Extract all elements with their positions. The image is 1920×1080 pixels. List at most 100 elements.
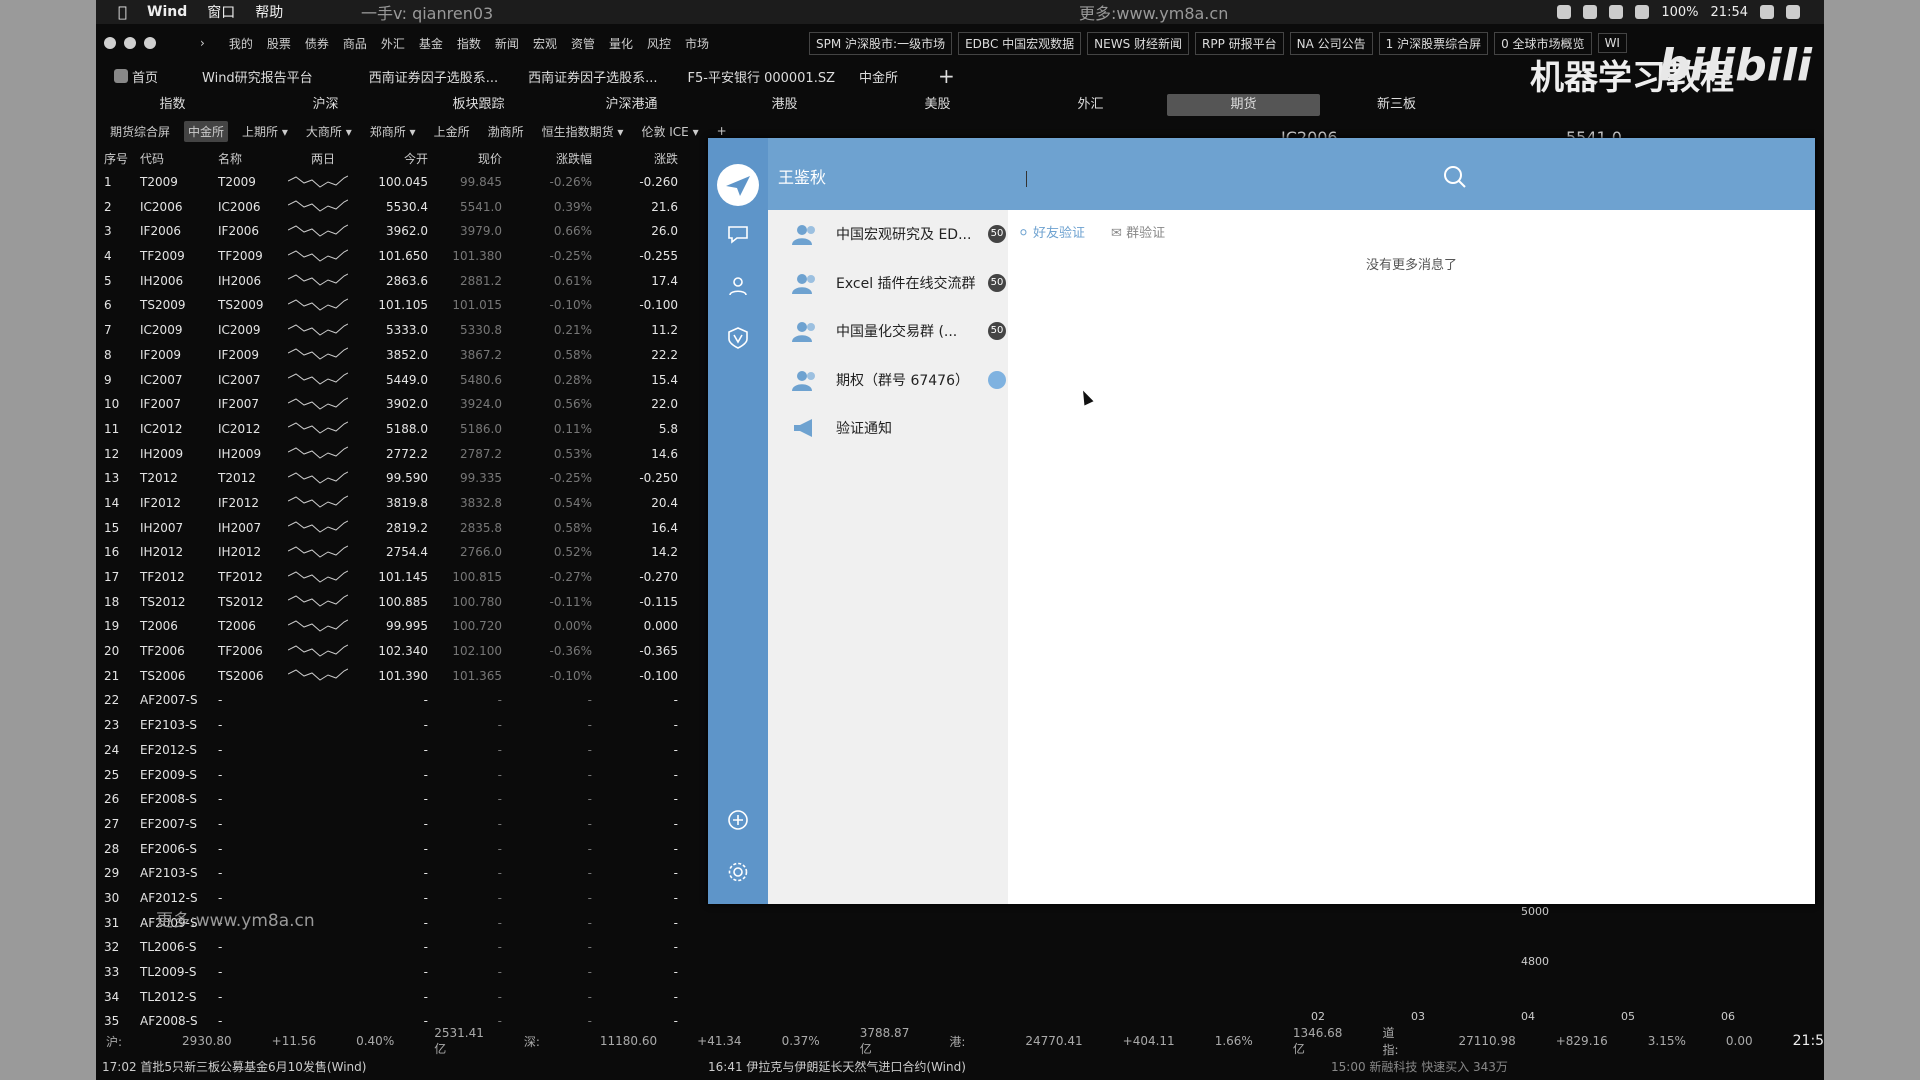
col-header[interactable]: 代码 [140,148,218,170]
exchange-tab-active[interactable]: 中金所 [184,120,229,142]
page-tab[interactable]: 西南证券因子选股系... [369,67,498,86]
market-tab[interactable]: 港股 [708,94,861,116]
col-header[interactable]: 名称 [218,148,288,170]
table-row[interactable]: 8 IF2009 IF2009 3852.0 3867.2 0.58% 22.2 [100,343,710,368]
exchange-tab[interactable]: 渤商所 [484,121,528,142]
toolbar-item[interactable]: 指数 [457,35,481,52]
gear-icon[interactable] [724,858,752,886]
toolbar-item[interactable]: 宏观 [533,35,557,52]
toolbar-item[interactable]: 商品 [343,35,367,52]
list-item[interactable]: 中国量化交易群 (... 50 [768,307,1008,356]
market-tab[interactable]: 板块跟踪 [402,94,555,116]
toolbar-item[interactable]: 量化 [609,35,633,52]
table-row[interactable]: 6 TS2009 TS2009 101.105 101.015 -0.10% -0.100 [100,293,710,318]
toolbar-item[interactable]: 外汇 [381,35,405,52]
avatar[interactable] [717,164,759,206]
page-tab[interactable]: 中金所 [859,67,898,86]
quick-command[interactable]: 1 沪深股票综合屏 [1378,31,1489,55]
exchange-tab[interactable]: 郑商所 ▾ [366,121,420,142]
table-row[interactable]: 1 T2009 T2009 100.045 99.845 -0.26% -0.260 [100,170,710,195]
col-header[interactable]: 现价 [428,148,502,170]
tab-home[interactable]: 首页 [114,67,158,86]
quick-command[interactable]: NA 公司公告 [1289,31,1373,55]
toolbar-item[interactable]: 风控 [647,35,671,52]
quick-command[interactable]: RPP 研报平台 [1195,31,1284,55]
table-row[interactable]: 28 EF2006-S - - - - - [100,837,710,862]
table-row[interactable]: 12 IH2009 IH2009 2772.2 2787.2 0.53% 14.6 [100,442,710,467]
news-item[interactable]: 17:02 首批5只新三板公募基金6月10发售(Wind) [102,1058,366,1075]
table-row[interactable]: 13 T2012 T2012 99.590 99.335 -0.25% -0.250 [100,466,710,491]
wifi-icon[interactable] [1635,5,1650,19]
table-row[interactable]: 15 IH2007 IH2007 2819.2 2835.8 0.58% 16.4 [100,516,710,541]
add-icon[interactable] [724,806,752,834]
col-header[interactable]: 涨跌幅 [502,148,592,170]
col-header[interactable]: 两日 [288,148,358,170]
contacts-icon[interactable] [724,272,752,300]
toolbar-item[interactable]: 基金 [419,35,443,52]
toolbar-item[interactable]: 我的 [229,35,253,52]
toolbar-item[interactable]: 资管 [571,35,595,52]
toolbar-item[interactable]: 新闻 [495,35,519,52]
market-tab[interactable]: 沪深 [249,94,402,116]
toolbar-item[interactable]: 债券 [305,35,329,52]
page-tab[interactable]: F5-平安银行 000001.SZ [688,67,836,86]
menu-window[interactable]: 窗口 [207,2,235,22]
table-row[interactable]: 34 TL2012-S - - - - - [100,985,710,1010]
search-icon[interactable] [1442,164,1468,190]
table-row[interactable]: 16 IH2012 IH2012 2754.4 2766.0 0.52% 14.2 [100,540,710,565]
table-row[interactable]: 3 IF2006 IF2006 3962.0 3979.0 0.66% 26.0 [100,219,710,244]
search-input[interactable] [1026,171,1027,187]
exchange-tab[interactable]: 期货综合屏 [106,121,174,142]
table-row[interactable]: 22 AF2007-S - - - - - [100,688,710,713]
market-tab[interactable]: 美股 [861,94,1014,116]
table-row[interactable]: 33 TL2009-S - - - - - [100,960,710,985]
market-tab[interactable]: 沪深港通 [555,94,708,116]
table-row[interactable]: 24 EF2012-S - - - - - [100,738,710,763]
status-icon[interactable] [1583,5,1598,19]
table-row[interactable]: 4 TF2009 TF2009 101.650 101.380 -0.25% -0.255 [100,244,710,269]
quick-command[interactable]: EDBC 中国宏观数据 [958,31,1082,55]
table-row[interactable]: 32 TL2006-S - - - - - [100,935,710,960]
table-row[interactable]: 17 TF2012 TF2012 101.145 100.815 -0.27% -0.270 [100,565,710,590]
exchange-tab[interactable]: 恒生指数期货 ▾ [538,121,628,142]
table-row[interactable]: 25 EF2009-S - - - - - [100,763,710,788]
market-tab[interactable]: 外汇 [1014,94,1167,116]
toolbar-item[interactable]: 市场 [685,35,709,52]
tab-group-verify[interactable]: ✉ 群验证 [1111,222,1165,241]
col-header[interactable]: 涨跌 [592,148,678,170]
table-row[interactable]: 7 IC2009 IC2009 5333.0 5330.8 0.21% 11.2 [100,318,710,343]
list-item[interactable]: 期权（群号 67476） [768,356,1008,405]
verify-icon[interactable] [724,324,752,352]
table-row[interactable]: 2 IC2006 IC2006 5530.4 5541.0 0.39% 21.6 [100,195,710,220]
table-row[interactable]: 18 TS2012 TS2012 100.885 100.780 -0.11% -0.115 [100,590,710,615]
table-row[interactable]: 27 EF2007-S - - - - - [100,812,710,837]
list-item[interactable]: 验证通知 [768,404,1008,453]
add-tab-button[interactable]: + [938,64,955,88]
window-minimize-button[interactable] [124,37,136,49]
col-header[interactable]: 今开 [358,148,428,170]
table-row[interactable]: 10 IF2007 IF2007 3902.0 3924.0 0.56% 22.0 [100,392,710,417]
table-row[interactable]: 21 TS2006 TS2006 101.390 101.365 -0.10% -0.100 [100,664,710,689]
list-item[interactable]: Excel 插件在线交流群 50 [768,259,1008,308]
page-tab[interactable]: Wind研究报告平台 [202,67,313,86]
quick-command[interactable]: NEWS 财经新闻 [1087,31,1189,55]
chat-icon[interactable] [724,220,752,248]
page-tab[interactable]: 西南证券因子选股系... [528,67,657,86]
menu-help[interactable]: 帮助 [255,2,283,22]
table-row[interactable]: 23 EF2103-S - - - - - [100,713,710,738]
apple-icon[interactable]:  [118,3,127,21]
market-tab-active[interactable]: 期货 [1167,94,1320,116]
table-row[interactable]: 9 IC2007 IC2007 5449.0 5480.6 0.28% 15.4 [100,368,710,393]
table-row[interactable]: 26 EF2008-S - - - - - [100,787,710,812]
toolbar-item[interactable]: 股票 [267,35,291,52]
exchange-tab[interactable]: 大商所 ▾ [302,121,356,142]
forward-icon[interactable]: › [200,36,205,50]
exchange-tab[interactable]: 伦敦 ICE ▾ [637,121,702,142]
exchange-tab[interactable]: 上期所 ▾ [238,121,292,142]
news-item[interactable]: 16:41 伊拉克与伊朗延长天然气进口合约(Wind) [708,1058,966,1075]
table-row[interactable]: 29 AF2103-S - - - - - [100,861,710,886]
market-tab[interactable]: 指数 [96,94,249,116]
quick-command[interactable]: SPM 沪深股市:一级市场 [809,31,953,55]
table-row[interactable]: 20 TF2006 TF2006 102.340 102.100 -0.36% -0.365 [100,639,710,664]
window-zoom-button[interactable] [144,37,156,49]
